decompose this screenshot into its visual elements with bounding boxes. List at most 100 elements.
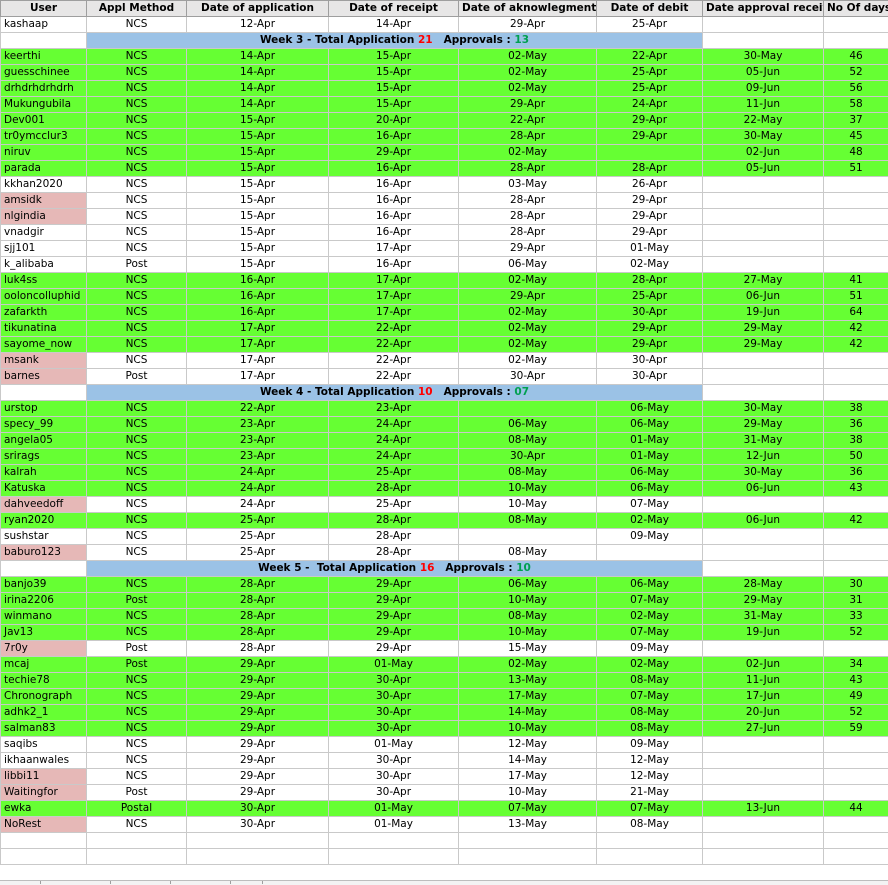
acknowledgment-date-cell[interactable]: 06-May bbox=[459, 577, 597, 593]
method-cell[interactable]: NCS bbox=[87, 497, 187, 513]
debit-date-cell[interactable]: 06-May bbox=[597, 577, 703, 593]
application-date-cell[interactable]: 16-Apr bbox=[187, 289, 329, 305]
debit-date-cell[interactable]: 01-May bbox=[597, 449, 703, 465]
debit-date-cell[interactable]: 01-May bbox=[597, 433, 703, 449]
user-cell[interactable]: ewka bbox=[1, 801, 87, 817]
debit-date-cell[interactable]: 07-May bbox=[597, 497, 703, 513]
days-cell[interactable]: 34 bbox=[824, 657, 888, 673]
debit-date-cell[interactable]: 06-May bbox=[597, 417, 703, 433]
approval-date-cell[interactable] bbox=[703, 17, 824, 33]
receipt-date-cell[interactable]: 28-Apr bbox=[329, 513, 459, 529]
method-cell[interactable]: NCS bbox=[87, 273, 187, 289]
receipt-date-cell[interactable]: 23-Apr bbox=[329, 401, 459, 417]
debit-date-cell[interactable] bbox=[597, 145, 703, 161]
days-cell[interactable]: 42 bbox=[824, 513, 888, 529]
application-date-cell[interactable]: 14-Apr bbox=[187, 65, 329, 81]
days-cell[interactable]: 38 bbox=[824, 433, 888, 449]
user-cell[interactable]: tikunatina bbox=[1, 321, 87, 337]
user-cell[interactable]: tr0ymcclur3 bbox=[1, 129, 87, 145]
user-cell[interactable]: keerthi bbox=[1, 49, 87, 65]
approval-date-cell[interactable]: 19-Jun bbox=[703, 625, 824, 641]
acknowledgment-date-cell[interactable]: 07-May bbox=[459, 801, 597, 817]
approval-date-cell[interactable] bbox=[703, 497, 824, 513]
receipt-date-cell[interactable]: 17-Apr bbox=[329, 305, 459, 321]
approval-date-cell[interactable]: 22-May bbox=[703, 113, 824, 129]
column-header[interactable]: Date of receipt bbox=[329, 1, 459, 17]
acknowledgment-date-cell[interactable]: 10-May bbox=[459, 497, 597, 513]
receipt-date-cell[interactable]: 30-Apr bbox=[329, 753, 459, 769]
acknowledgment-date-cell[interactable]: 02-May bbox=[459, 81, 597, 97]
acknowledgment-date-cell[interactable]: 02-May bbox=[459, 273, 597, 289]
approval-date-cell[interactable] bbox=[703, 785, 824, 801]
user-cell[interactable]: sushstar bbox=[1, 529, 87, 545]
method-cell[interactable]: NCS bbox=[87, 401, 187, 417]
approval-date-cell[interactable] bbox=[703, 817, 824, 833]
approval-date-cell[interactable] bbox=[703, 753, 824, 769]
column-header[interactable]: Appl Method bbox=[87, 1, 187, 17]
receipt-date-cell[interactable]: 16-Apr bbox=[329, 177, 459, 193]
method-cell[interactable]: NCS bbox=[87, 513, 187, 529]
method-cell[interactable]: NCS bbox=[87, 449, 187, 465]
application-date-cell[interactable]: 15-Apr bbox=[187, 145, 329, 161]
method-cell[interactable]: NCS bbox=[87, 113, 187, 129]
days-cell[interactable]: 36 bbox=[824, 417, 888, 433]
debit-date-cell[interactable]: 29-Apr bbox=[597, 129, 703, 145]
user-cell[interactable]: adhk2_1 bbox=[1, 705, 87, 721]
approval-date-cell[interactable]: 13-Jun bbox=[703, 801, 824, 817]
blank-cell[interactable] bbox=[1, 33, 87, 49]
user-cell[interactable]: angela05 bbox=[1, 433, 87, 449]
debit-date-cell[interactable]: 25-Apr bbox=[597, 65, 703, 81]
debit-date-cell[interactable]: 08-May bbox=[597, 817, 703, 833]
application-date-cell[interactable]: 17-Apr bbox=[187, 369, 329, 385]
days-cell[interactable]: 52 bbox=[824, 705, 888, 721]
approval-date-cell[interactable]: 06-Jun bbox=[703, 289, 824, 305]
days-cell[interactable] bbox=[824, 241, 888, 257]
receipt-date-cell[interactable]: 01-May bbox=[329, 657, 459, 673]
approval-date-cell[interactable]: 31-May bbox=[703, 609, 824, 625]
user-cell[interactable]: Waitingfor bbox=[1, 785, 87, 801]
acknowledgment-date-cell[interactable]: 28-Apr bbox=[459, 129, 597, 145]
debit-date-cell[interactable]: 09-May bbox=[597, 641, 703, 657]
acknowledgment-date-cell[interactable]: 17-May bbox=[459, 689, 597, 705]
application-date-cell[interactable]: 15-Apr bbox=[187, 257, 329, 273]
user-cell[interactable]: sjj101 bbox=[1, 241, 87, 257]
receipt-date-cell[interactable]: 22-Apr bbox=[329, 321, 459, 337]
method-cell[interactable]: NCS bbox=[87, 305, 187, 321]
method-cell[interactable]: NCS bbox=[87, 161, 187, 177]
acknowledgment-date-cell[interactable]: 14-May bbox=[459, 753, 597, 769]
user-cell[interactable]: drhdrhdrhdrh bbox=[1, 81, 87, 97]
days-cell[interactable] bbox=[824, 177, 888, 193]
days-cell[interactable] bbox=[824, 641, 888, 657]
application-date-cell[interactable]: 15-Apr bbox=[187, 193, 329, 209]
application-date-cell[interactable]: 24-Apr bbox=[187, 497, 329, 513]
user-cell[interactable]: specy_99 bbox=[1, 417, 87, 433]
method-cell[interactable]: NCS bbox=[87, 529, 187, 545]
days-cell[interactable]: 50 bbox=[824, 449, 888, 465]
application-date-cell[interactable]: 29-Apr bbox=[187, 689, 329, 705]
approval-date-cell[interactable]: 02-Jun bbox=[703, 145, 824, 161]
days-cell[interactable]: 33 bbox=[824, 609, 888, 625]
debit-date-cell[interactable]: 29-Apr bbox=[597, 225, 703, 241]
receipt-date-cell[interactable]: 28-Apr bbox=[329, 545, 459, 561]
acknowledgment-date-cell[interactable]: 08-May bbox=[459, 609, 597, 625]
approval-date-cell[interactable]: 17-Jun bbox=[703, 689, 824, 705]
receipt-date-cell[interactable]: 22-Apr bbox=[329, 353, 459, 369]
approval-date-cell[interactable]: 29-May bbox=[703, 593, 824, 609]
debit-date-cell[interactable]: 07-May bbox=[597, 689, 703, 705]
application-date-cell[interactable]: 15-Apr bbox=[187, 241, 329, 257]
application-date-cell[interactable]: 22-Apr bbox=[187, 401, 329, 417]
approval-date-cell[interactable]: 27-May bbox=[703, 273, 824, 289]
receipt-date-cell[interactable]: 30-Apr bbox=[329, 769, 459, 785]
days-cell[interactable]: 56 bbox=[824, 81, 888, 97]
method-cell[interactable]: NCS bbox=[87, 177, 187, 193]
approval-date-cell[interactable] bbox=[703, 641, 824, 657]
approval-date-cell[interactable]: 30-May bbox=[703, 49, 824, 65]
method-cell[interactable]: NCS bbox=[87, 49, 187, 65]
debit-date-cell[interactable]: 08-May bbox=[597, 705, 703, 721]
debit-date-cell[interactable]: 28-Apr bbox=[597, 273, 703, 289]
user-cell[interactable]: Katuska bbox=[1, 481, 87, 497]
debit-date-cell[interactable]: 30-Apr bbox=[597, 369, 703, 385]
column-header[interactable]: Date approval received bbox=[703, 1, 824, 17]
receipt-date-cell[interactable]: 16-Apr bbox=[329, 161, 459, 177]
receipt-date-cell[interactable]: 17-Apr bbox=[329, 273, 459, 289]
